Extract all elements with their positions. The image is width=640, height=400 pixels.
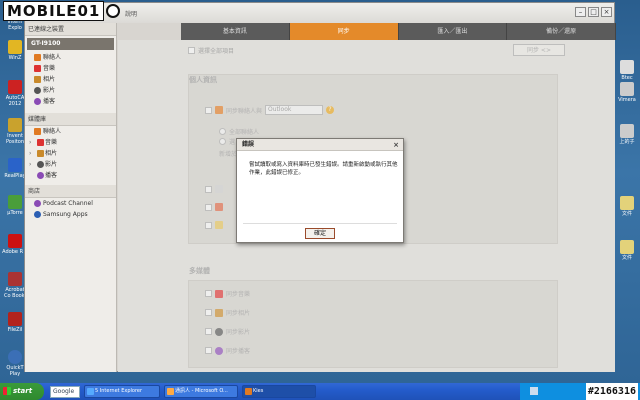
image-counter: #2166316 [585,383,638,400]
music-icon [34,65,41,72]
google-search-box[interactable]: Google [50,385,80,398]
sidebar-item-videos[interactable]: 影片 [25,85,116,96]
sidebar-item-contacts[interactable]: 聯絡人 [25,52,116,63]
sidebar-item-label: 影片 [45,161,58,168]
sidebar-item-label: 相片 [45,150,58,157]
podcast-icon [34,98,41,105]
right-desktop-icon[interactable]: 文件 [614,196,640,217]
desktop-icon-label: Acrobat Co Booki [4,287,26,299]
contacts-icon [34,54,41,61]
tab-import-export[interactable]: 匯入／匯出 [399,23,508,40]
photos-icon [37,150,44,157]
ok-button[interactable]: 確定 [305,228,335,239]
expand-arrow-icon[interactable]: › [29,148,31,159]
taskbar: start Google 5 Internet Explorer 通訊人 - M… [0,383,640,400]
library-item-podcasts[interactable]: 播客 [25,170,116,181]
library-item-music[interactable]: › 音樂 [25,137,116,148]
video-icon [37,161,44,168]
windows-flag-icon [3,387,11,395]
device-item[interactable]: GT-I9100 [27,38,114,50]
library-header: 媒體庫 [25,113,116,126]
desktop-icon-label: AutoCA 2012 [5,95,25,107]
ie-icon [87,388,94,395]
video-icon [34,87,41,94]
start-label: start [13,387,33,395]
desktop-icon-label: QuickT Play [6,365,24,377]
right-desktop-icon[interactable]: Vimera [614,82,640,103]
right-desktop-icon[interactable]: Btec [614,60,640,81]
watermark: MOBILE01 [3,0,121,22]
sidebar: 已連線之裝置 GT-I9100 聯絡人 音樂 相片 影片 播客 媒體庫 聯絡人 … [25,23,117,372]
desktop-icon-label: WinZ [8,55,22,61]
sidebar-item-label: 播客 [45,172,58,179]
desktop-icon-label: Vimera [618,97,636,103]
desktop-icon-label: 上的子 [619,139,635,145]
dialog-divider [243,223,397,224]
taskbar-button-label: 5 Internet Explorer [95,388,143,394]
sidebar-item-label: 聯絡人 [43,128,62,135]
store-item-samsung-apps[interactable]: Samsung Apps [25,209,116,220]
dialog-header: 錯誤 × [237,139,403,151]
podcast-channel-icon [34,200,41,207]
store-header: 商店 [25,185,116,198]
sidebar-item-label: 影片 [43,87,56,94]
sidebar-item-podcasts[interactable]: 播客 [25,96,116,107]
sidebar-item-label: 音樂 [45,139,58,146]
contacts-icon [34,128,41,135]
dialog-message: 嘗試讀取或寫入資料庫時已發生錯誤。請重新啟動或執行其他作業，此錯誤已修正。 [249,162,398,176]
help-menu[interactable]: 說明 [125,9,137,18]
start-button[interactable]: start [0,383,44,400]
sidebar-item-label: 聯絡人 [43,54,62,61]
sidebar-item-music[interactable]: 音樂 [25,63,116,74]
right-desktop-icon[interactable]: 上的子 [614,124,640,145]
expand-arrow-icon[interactable]: › [29,159,31,170]
store-item-podcast-channel[interactable]: Podcast Channel [25,198,116,209]
sidebar-item-photos[interactable]: 相片 [25,74,116,85]
close-icon[interactable]: × [601,7,612,17]
photos-icon [34,76,41,83]
tab-sync[interactable]: 同步 [289,23,399,40]
contacts-icon [167,388,174,395]
taskbar-button-label: Kies [253,388,264,394]
sidebar-item-label: Samsung Apps [43,211,88,218]
desktop-icon-label: 文件 [621,255,632,261]
window-controls: – □ × [575,7,612,17]
samsung-apps-icon [34,211,41,218]
desktop-icon-label: 文件 [621,211,632,217]
taskbar-button-outlook[interactable]: 通訊人 - Microsoft O... [164,385,238,398]
tab-bar: 基本資訊 同步 匯入／匯出 備份／還原 [181,23,616,40]
library-item-videos[interactable]: › 影片 [25,159,116,170]
kies-icon [245,388,252,395]
watermark-logo-icon [106,4,121,18]
error-dialog: 錯誤 × 嘗試讀取或寫入資料庫時已發生錯誤。請重新啟動或執行其他作業，此錯誤已修… [236,138,404,243]
desktop-icon-label: Invent Positon [5,133,25,145]
taskbar-button-ie[interactable]: 5 Internet Explorer [84,385,160,398]
taskbar-button-kies[interactable]: Kies [242,385,316,398]
desktop-icon-label: RealPlay [4,173,26,179]
tray-network-icon[interactable] [530,387,538,395]
music-icon [37,139,44,146]
right-desktop-icon[interactable]: 文件 [614,240,640,261]
tab-basic-info[interactable]: 基本資訊 [181,23,290,40]
expand-arrow-icon[interactable]: › [29,137,31,148]
podcast-icon [37,172,44,179]
desktop-icon-label: FileZil [7,327,23,333]
desktop-icon-label: µTorre [7,210,23,216]
dialog-title: 錯誤 [242,141,255,148]
close-icon[interactable]: × [393,139,399,151]
maximize-icon[interactable]: □ [588,7,599,17]
sidebar-item-label: 相片 [43,76,56,83]
taskbar-button-label: 通訊人 - Microsoft O... [175,388,228,394]
library-item-photos[interactable]: › 相片 [25,148,116,159]
connected-devices-header: 已連線之裝置 [25,23,116,36]
watermark-text: MOBILE01 [3,1,105,21]
sidebar-item-label: 音樂 [43,65,56,72]
sidebar-item-label: 播客 [43,98,56,105]
tab-backup-restore[interactable]: 備份／還原 [507,23,616,40]
library-item-contacts[interactable]: 聯絡人 [25,126,116,137]
desktop-icon-label: Btec [621,75,633,81]
sidebar-item-label: Podcast Channel [43,200,93,207]
minimize-icon[interactable]: – [575,7,586,17]
